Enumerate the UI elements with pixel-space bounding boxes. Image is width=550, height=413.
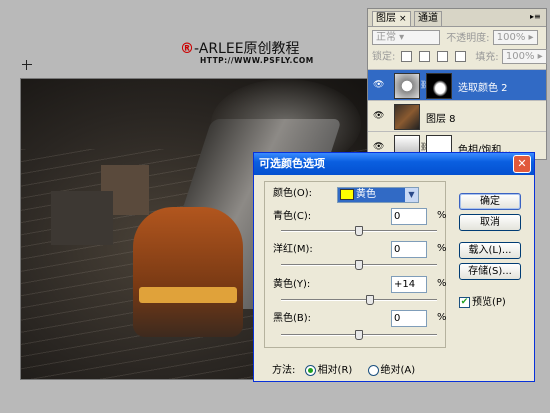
opacity-label: 不透明度:: [446, 32, 490, 44]
radio-relative-label[interactable]: 相对(R): [318, 365, 353, 376]
slider-label: 青色(C):: [273, 211, 312, 222]
method-label: 方法:: [272, 365, 296, 376]
lock-position-icon[interactable]: [436, 51, 448, 62]
preview-checkbox[interactable]: ✔ 预览(P): [459, 293, 506, 308]
black-slider-track[interactable]: [281, 330, 437, 340]
brand-text: -ARLEE原创教程: [194, 41, 300, 57]
layer-thumbnail: [394, 104, 420, 130]
yellow-slider-track[interactable]: [281, 295, 437, 305]
color-swatch: [340, 188, 354, 200]
slider-thumb[interactable]: [365, 295, 374, 305]
radio-absolute[interactable]: [367, 364, 379, 376]
rail-shed: [51, 191, 113, 245]
adjustment-thumbnail-icon: [394, 73, 420, 99]
percent-label: %: [437, 210, 447, 221]
color-row: 颜色(O): 黄色 ▼: [273, 186, 443, 203]
eye-icon[interactable]: 👁: [373, 111, 384, 121]
black-input[interactable]: 0: [391, 310, 427, 327]
percent-label: %: [437, 312, 447, 323]
brand-url: HTTP://WWW.PSFLY.COM: [200, 56, 314, 65]
blend-row: 正常 ▾ 不透明度: 100% ▸: [372, 30, 538, 46]
train-band: [139, 287, 237, 303]
lock-pixels-icon[interactable]: [418, 51, 430, 62]
cyan-slider-track[interactable]: [281, 226, 437, 236]
registered-mark: ®: [180, 41, 194, 57]
layer-name: 选取颜色 2: [458, 83, 508, 94]
eye-icon[interactable]: 👁: [373, 80, 384, 90]
crosshair-icon: [22, 60, 32, 70]
layer-8[interactable]: 👁 图层 8: [368, 100, 546, 131]
slider-label: 黑色(B):: [273, 313, 312, 324]
colors-group: 颜色(O): 黄色 ▼ 青色(C): 0 % 洋红(M): 0 % 黄色(Y):…: [264, 181, 447, 348]
load-button[interactable]: 载入(L)...: [459, 242, 521, 259]
fill-input[interactable]: 100% ▸: [501, 49, 547, 64]
checkbox-icon[interactable]: ✔: [459, 296, 470, 308]
layers-panel-tabs: 图层 × 通道 ▸≡: [368, 9, 546, 27]
percent-label: %: [437, 243, 447, 254]
slider-thumb[interactable]: [355, 226, 363, 236]
tab-channels[interactable]: 通道: [414, 11, 442, 26]
save-button[interactable]: 存储(S)...: [459, 263, 521, 280]
close-icon[interactable]: ×: [399, 14, 407, 24]
radio-absolute-label[interactable]: 绝对(A): [381, 365, 416, 376]
dialog-title-bar[interactable]: 可选颜色选项 ✕: [254, 153, 534, 175]
layer-mask-thumbnail[interactable]: [426, 73, 452, 99]
percent-label: %: [437, 278, 447, 289]
preview-label: 预览(P): [472, 297, 506, 308]
radio-relative[interactable]: [304, 364, 316, 376]
train-front: [133, 207, 243, 337]
magenta-slider-track[interactable]: [281, 260, 437, 270]
yellow-input[interactable]: +14: [391, 276, 427, 293]
cyan-input[interactable]: 0: [391, 208, 427, 225]
color-select[interactable]: 黄色 ▼: [337, 187, 419, 203]
layer-selective-color[interactable]: 👁 ⛓ 选取颜色 2: [368, 69, 546, 100]
magenta-input[interactable]: 0: [391, 241, 427, 258]
layers-panel: 图层 × 通道 ▸≡ 正常 ▾ 不透明度: 100% ▸ 锁定: 填充: 100%…: [367, 8, 547, 161]
tab-layers[interactable]: 图层 ×: [372, 11, 411, 26]
close-icon[interactable]: ✕: [513, 155, 531, 173]
lock-row: 锁定: 填充: 100% ▸: [372, 49, 547, 65]
panel-menu-icon[interactable]: ▸≡: [530, 12, 542, 22]
cancel-button[interactable]: 取消: [459, 214, 521, 231]
lock-transparency-icon[interactable]: [400, 51, 412, 62]
lock-all-icon[interactable]: [455, 51, 467, 62]
dialog-title: 可选颜色选项: [259, 157, 325, 170]
layer-name: 图层 8: [426, 114, 456, 125]
method-row: 方法: 相对(R) 绝对(A): [272, 361, 415, 376]
fill-label: 填充:: [475, 51, 499, 63]
lock-label: 锁定:: [372, 51, 396, 63]
slider-thumb[interactable]: [355, 330, 363, 340]
blend-mode-select[interactable]: 正常 ▾: [372, 30, 440, 45]
selective-color-dialog: 可选颜色选项 ✕ 颜色(O): 黄色 ▼ 青色(C): 0 % 洋红(M): 0…: [253, 152, 535, 382]
ok-button[interactable]: 确定: [459, 193, 521, 210]
slider-label: 洋红(M):: [273, 244, 313, 255]
eye-icon[interactable]: 👁: [373, 142, 384, 152]
color-label: 颜色(O):: [273, 188, 313, 199]
brand-title: ®-ARLEE原创教程: [180, 38, 300, 58]
opacity-input[interactable]: 100% ▸: [492, 30, 538, 45]
slider-thumb[interactable]: [355, 260, 363, 270]
chevron-down-icon[interactable]: ▼: [405, 188, 418, 202]
slider-label: 黄色(Y):: [273, 279, 311, 290]
